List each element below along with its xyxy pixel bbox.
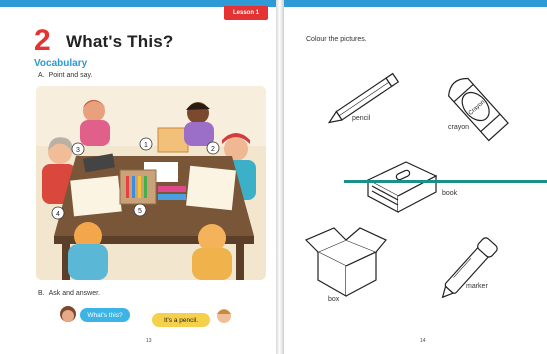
- crayon-icon[interactable]: Crayon: [444, 66, 510, 150]
- scene-marker-3-label: 3: [76, 147, 80, 154]
- lesson-number: 2: [34, 24, 51, 57]
- instruction-b: B. Ask and answer.: [38, 290, 100, 297]
- scene-marker-5[interactable]: 5: [133, 203, 147, 217]
- colour-instruction: Colour the pictures.: [306, 36, 367, 43]
- scene-marker-2-label: 2: [211, 146, 215, 153]
- book-label: book: [442, 190, 458, 197]
- speaker-girl-icon: [60, 306, 76, 322]
- scene-marker-5-label: 5: [138, 208, 142, 215]
- left-page-number: 13: [146, 338, 152, 344]
- book-spread: Lesson 1 2 What's This? Vocabulary A. Poi…: [0, 0, 547, 354]
- child-top-right: [184, 102, 214, 146]
- scene-marker-1-label: 1: [144, 142, 148, 149]
- lesson-tab: Lesson 1: [224, 6, 268, 20]
- right-page-number: 14: [420, 338, 426, 344]
- instruction-a-letter: A.: [38, 72, 45, 79]
- marker-icon[interactable]: [426, 230, 510, 308]
- teal-divider-line: [344, 180, 547, 183]
- right-top-band: [284, 0, 547, 7]
- speech-bubble-question: What's this?: [80, 308, 130, 322]
- instruction-b-text: Ask and answer.: [48, 290, 100, 297]
- crayon-label: crayon: [448, 124, 470, 131]
- instruction-b-letter: B.: [38, 290, 45, 297]
- scene-marker-3[interactable]: 3: [71, 142, 85, 156]
- classroom-illustration: 1 2 3 4 5: [36, 86, 266, 280]
- speaker-boy-icon: [217, 309, 231, 323]
- box-icon[interactable]: [304, 222, 388, 300]
- instruction-a-text: Point and say.: [48, 72, 93, 79]
- book-gutter: [276, 0, 284, 354]
- section-heading: Vocabulary: [34, 58, 88, 69]
- pencil-label: pencil: [352, 115, 371, 122]
- book-icon[interactable]: [362, 156, 440, 218]
- page-title: What's This?: [66, 32, 174, 51]
- marker-label: marker: [466, 283, 488, 290]
- scene-marker-1[interactable]: 1: [139, 137, 153, 151]
- instruction-a: A. Point and say.: [38, 72, 92, 79]
- scene-marker-2[interactable]: 2: [206, 141, 220, 155]
- left-page: Lesson 1 2 What's This? Vocabulary A. Poi…: [0, 0, 276, 354]
- scene-marker-4-label: 4: [56, 211, 60, 218]
- scene-marker-4[interactable]: 4: [51, 206, 65, 220]
- speech-bubble-answer: It's a pencil.: [152, 313, 210, 327]
- classroom-scene-svg: 1 2 3 4 5: [36, 86, 266, 280]
- right-page: Colour the pictures. pencil Crayon crayo…: [284, 0, 547, 354]
- box-label: box: [328, 296, 340, 303]
